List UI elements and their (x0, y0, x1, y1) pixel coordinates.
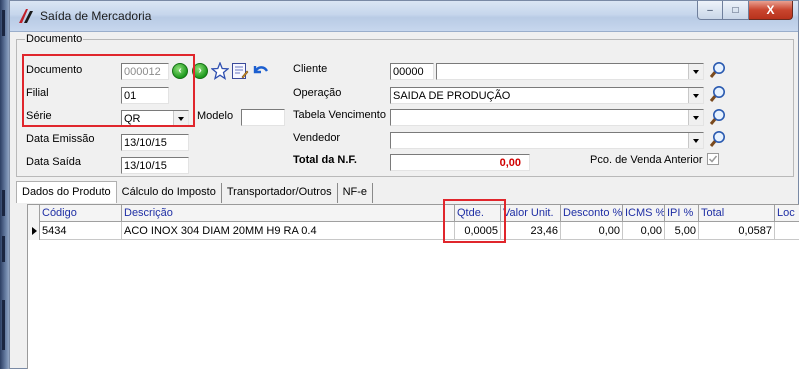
cell-loc[interactable] (775, 222, 799, 240)
data-emissao-field[interactable]: 13/10/15 (121, 134, 189, 151)
column-header-icms[interactable]: ICMS % (623, 205, 665, 222)
saida-mercadoria-window: Saída de Mercadoria – □ X Documento Docu… (9, 0, 799, 369)
produtos-grid[interactable]: Código Descrição Qtde. Valor Unit. Desco… (27, 204, 799, 369)
modelo-field[interactable] (241, 109, 285, 126)
operacao-value: SAIDA DE PRODUÇÃO (393, 90, 511, 102)
tabela-vencimento-search-icon[interactable] (707, 107, 727, 127)
documento-field[interactable]: 000012 (121, 63, 169, 80)
column-header-descricao[interactable]: Descrição (122, 205, 455, 222)
maximize-icon: □ (732, 4, 739, 16)
column-header-loc[interactable]: Loc (775, 205, 799, 222)
favorite-button[interactable] (211, 62, 229, 80)
next-record-button[interactable]: › (191, 62, 209, 80)
operacao-search-icon[interactable] (707, 84, 727, 104)
grid-header: Código Descrição Qtde. Valor Unit. Desco… (28, 205, 799, 222)
row-indicator (28, 205, 40, 240)
close-button[interactable]: X (749, 1, 793, 20)
vendedor-select[interactable] (390, 132, 704, 149)
title-bar[interactable]: Saída de Mercadoria – □ X (10, 1, 798, 32)
documento-label: Documento (26, 64, 83, 76)
close-icon: X (766, 3, 775, 17)
cliente-search-icon[interactable] (707, 60, 727, 80)
cell-desconto[interactable]: 0,00 (561, 222, 623, 240)
checkmark-icon (708, 155, 718, 163)
vendedor-dropdown-icon[interactable] (688, 133, 703, 148)
column-header-qtde[interactable]: Qtde. (455, 205, 501, 222)
tab-transportador-outros[interactable]: Transportador/Outros (222, 183, 338, 203)
data-emissao-label: Data Emissão (26, 133, 95, 145)
window-controls: – □ X (697, 1, 793, 21)
favorite-star-icon (211, 62, 229, 80)
undo-arrow-icon (253, 66, 269, 74)
column-header-ipi[interactable]: IPI % (665, 205, 699, 222)
data-saida-label: Data Saída (26, 156, 82, 168)
vendedor-search-icon[interactable] (707, 129, 727, 149)
minimize-button[interactable]: – (697, 1, 723, 20)
cell-codigo[interactable]: 5434 (40, 222, 122, 240)
total-nf-field: 0,00 (390, 154, 530, 171)
serie-value: QR (124, 113, 141, 125)
cell-total[interactable]: 0,0587 (699, 222, 775, 240)
cell-descricao[interactable]: ACO INOX 304 DIAM 20MM H9 RA 0.4 (122, 222, 455, 240)
column-header-desconto[interactable]: Desconto % (561, 205, 623, 222)
column-header-valor-unit[interactable]: Valor Unit. (501, 205, 561, 222)
window-title: Saída de Mercadoria (40, 9, 152, 23)
minimize-icon: – (707, 4, 713, 16)
serie-select[interactable]: QR (121, 110, 189, 127)
edit-document-icon (232, 63, 249, 79)
modelo-label: Modelo (197, 110, 234, 122)
cliente-dropdown-icon[interactable] (688, 64, 703, 79)
prev-record-button[interactable]: ‹ (171, 62, 189, 80)
tabela-vencimento-label: Tabela Vencimento (293, 109, 386, 121)
tab-strip: Dados do Produto Cálculo do Imposto Tran… (16, 181, 374, 203)
tabela-vencimento-select[interactable] (390, 109, 704, 126)
filial-field[interactable]: 01 (121, 87, 169, 104)
filial-label: Filial (26, 87, 49, 99)
serie-dropdown-icon[interactable] (173, 111, 188, 126)
operacao-label: Operação (293, 87, 342, 99)
tab-dados-produto[interactable]: Dados do Produto (16, 181, 117, 203)
cliente-select[interactable] (436, 63, 704, 80)
cliente-label: Cliente (293, 63, 328, 75)
table-row[interactable]: 5434 ACO INOX 304 DIAM 20MM H9 RA 0.4 0,… (28, 222, 799, 240)
operacao-dropdown-icon[interactable] (688, 88, 703, 103)
cell-valor-unit[interactable]: 23,46 (501, 222, 561, 240)
tabela-vencimento-dropdown-icon[interactable] (688, 110, 703, 125)
tab-nfe[interactable]: NF-e (338, 183, 374, 203)
app-logo-icon (19, 9, 33, 23)
vendedor-label: Vendedor (293, 132, 341, 144)
total-nf-label: Total da N.F. (293, 154, 357, 166)
edit-document-button[interactable] (231, 62, 249, 80)
operacao-select[interactable]: SAIDA DE PRODUÇÃO (390, 87, 704, 104)
cell-ipi[interactable]: 5,00 (665, 222, 699, 240)
cliente-code-field[interactable]: 00000 (390, 63, 434, 80)
prev-record-icon: ‹ (172, 63, 188, 79)
cell-icms[interactable]: 0,00 (623, 222, 665, 240)
documento-group-caption: Documento (25, 33, 84, 45)
maximize-button[interactable]: □ (723, 1, 749, 20)
undo-button[interactable] (251, 62, 269, 80)
next-record-icon: › (192, 63, 208, 79)
column-header-codigo[interactable]: Código (40, 205, 122, 222)
data-saida-field[interactable]: 13/10/15 (121, 157, 189, 174)
pco-venda-anterior-label: Pco. de Venda Anterior (590, 154, 703, 166)
cell-qtde[interactable]: 0,0005 (455, 222, 501, 240)
column-header-total[interactable]: Total (699, 205, 775, 222)
pco-venda-anterior-checkbox[interactable] (707, 153, 719, 165)
current-row-arrow-icon (32, 227, 37, 235)
serie-label: Série (26, 110, 52, 122)
tab-calculo-imposto[interactable]: Cálculo do Imposto (117, 183, 222, 203)
